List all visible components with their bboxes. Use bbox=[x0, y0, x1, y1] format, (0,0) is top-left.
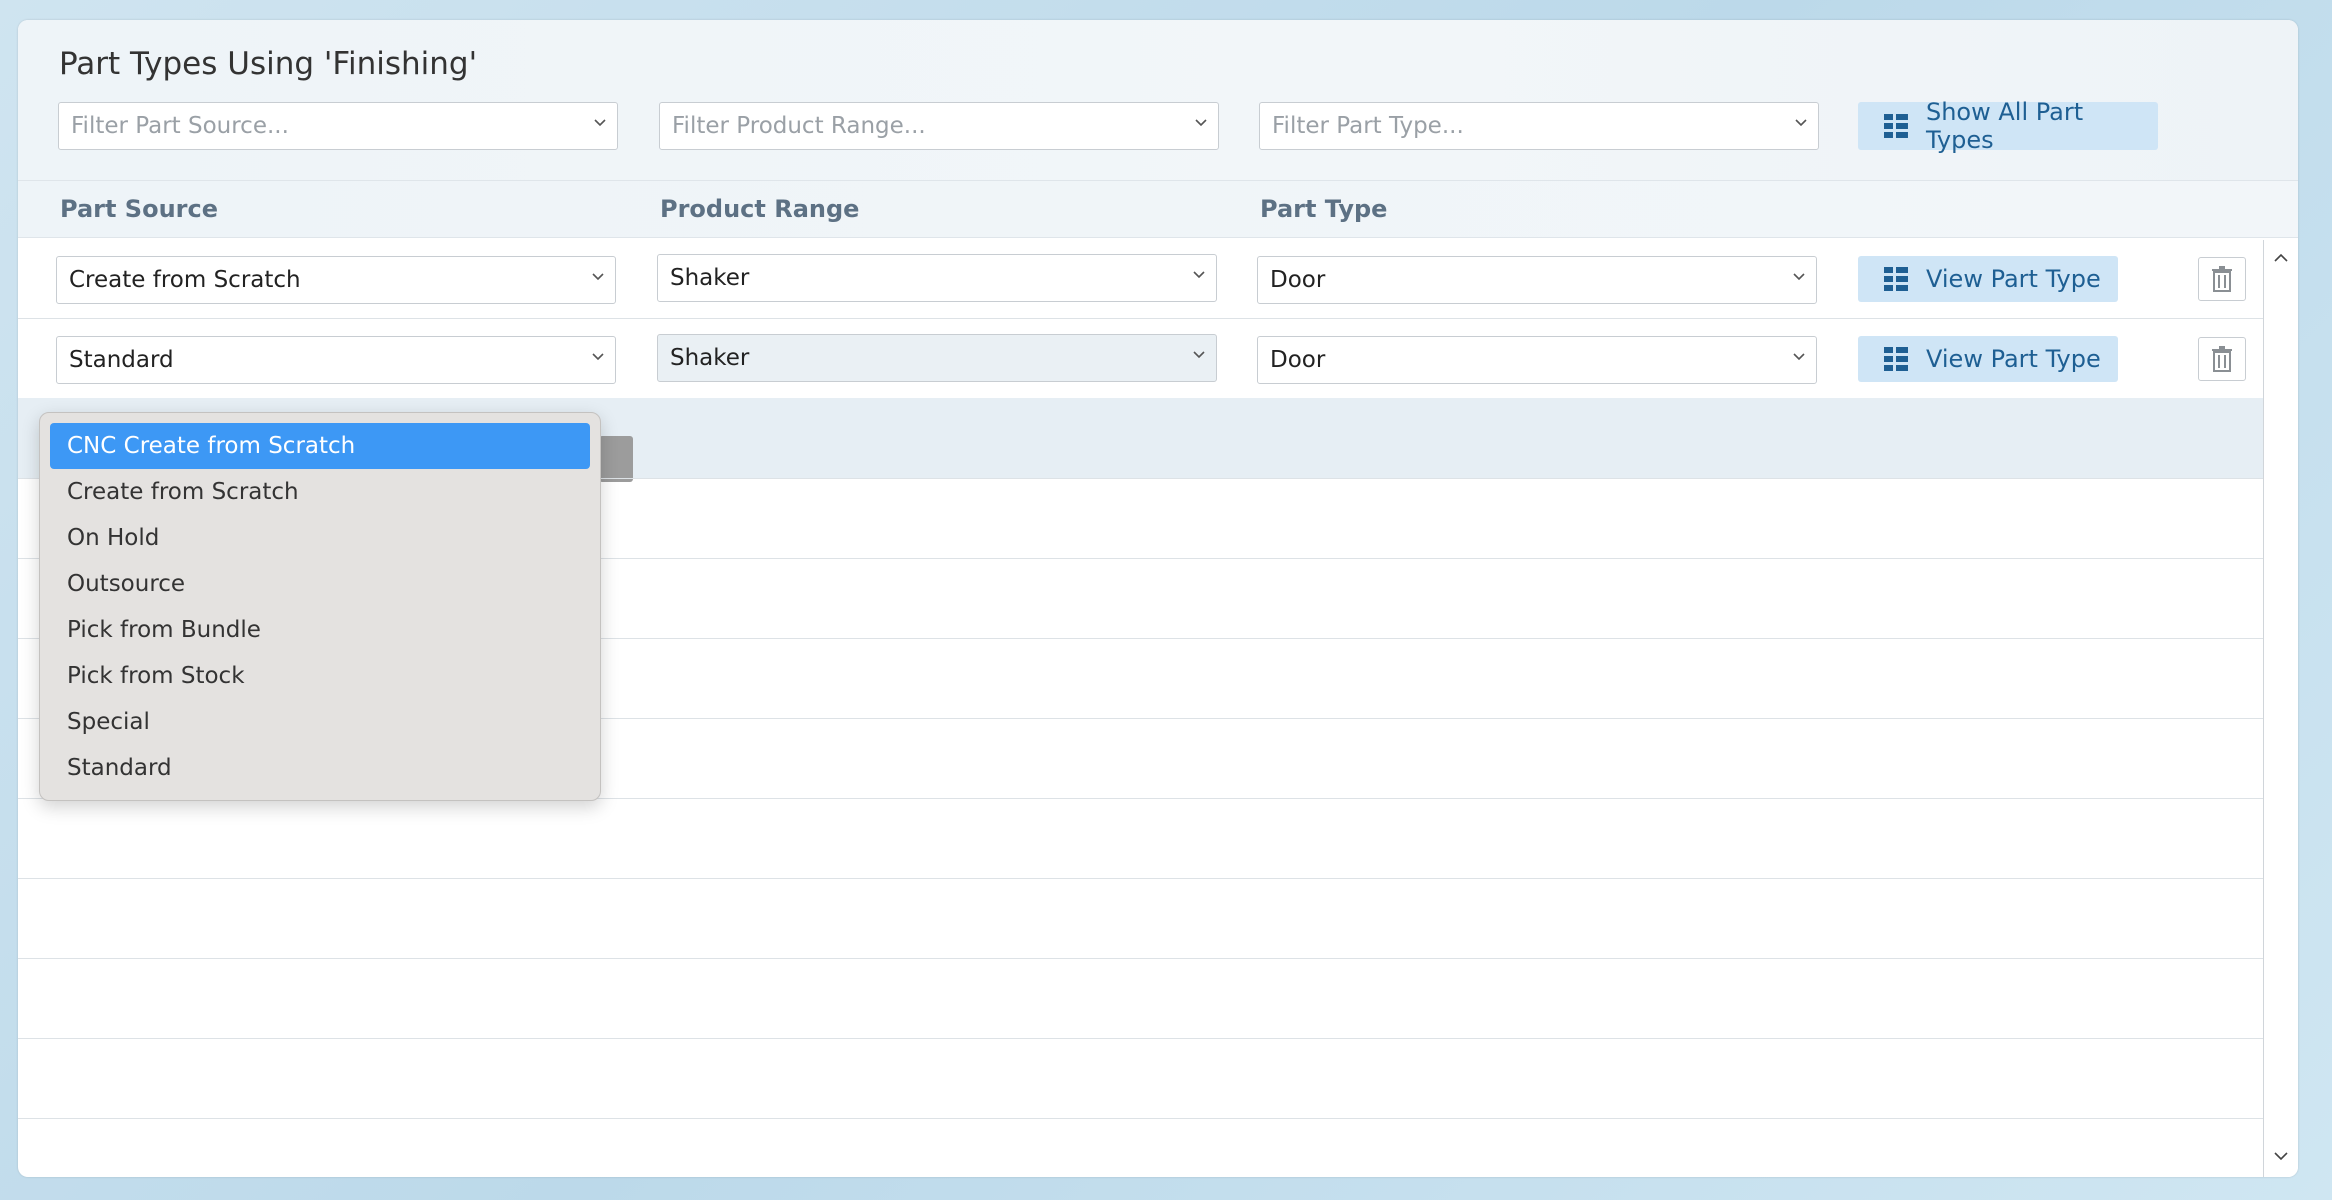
row-2-view-part-type-button[interactable]: View Part Type bbox=[1858, 336, 2118, 382]
chevron-down-icon bbox=[1193, 271, 1205, 279]
trash-icon bbox=[2212, 346, 2232, 372]
row-2-part-source-select[interactable]: Standard bbox=[56, 336, 616, 384]
filter-product-range[interactable]: Filter Product Range... bbox=[659, 102, 1219, 150]
row-1-part-type-value: Door bbox=[1270, 267, 1326, 293]
row-divider bbox=[18, 958, 2263, 959]
chevron-down-icon bbox=[1793, 273, 1805, 281]
row-1-view-part-type-button[interactable]: View Part Type bbox=[1858, 256, 2118, 302]
row-2-product-range-value: Shaker bbox=[670, 345, 750, 371]
vertical-scrollbar[interactable] bbox=[2263, 240, 2298, 1177]
row-1-part-source-select[interactable]: Create from Scratch bbox=[56, 256, 616, 304]
row-divider bbox=[18, 1118, 2263, 1119]
column-header-product-range: Product Range bbox=[660, 195, 860, 223]
row-2-part-type-value: Door bbox=[1270, 347, 1326, 373]
row-1-part-type-select[interactable]: Door bbox=[1257, 256, 1817, 304]
chevron-down-icon[interactable] bbox=[2273, 1148, 2289, 1164]
row-1-product-range-select[interactable]: Shaker bbox=[657, 254, 1217, 302]
row-divider bbox=[18, 878, 2263, 879]
row-2-part-type-select[interactable]: Door bbox=[1257, 336, 1817, 384]
dropdown-option[interactable]: On Hold bbox=[50, 515, 590, 561]
column-header-part-type: Part Type bbox=[1260, 195, 1388, 223]
dropdown-option[interactable]: Outsource bbox=[50, 561, 590, 607]
page-title: Part Types Using 'Finishing' bbox=[59, 46, 478, 82]
new-row-part-source-select[interactable] bbox=[599, 436, 633, 482]
chevron-down-icon bbox=[1793, 353, 1805, 361]
chevron-up-icon[interactable] bbox=[2273, 250, 2289, 266]
dropdown-option[interactable]: CNC Create from Scratch bbox=[50, 423, 590, 469]
row-2-delete-button[interactable] bbox=[2198, 337, 2246, 381]
filter-part-source[interactable]: Filter Part Source... bbox=[58, 102, 618, 150]
column-header-part-source: Part Source bbox=[60, 195, 219, 223]
filter-part-type[interactable]: Filter Part Type... bbox=[1259, 102, 1819, 150]
chevron-down-icon bbox=[592, 353, 604, 361]
grid-icon bbox=[1884, 267, 1908, 291]
chevron-down-icon bbox=[1195, 119, 1207, 127]
chevron-down-icon bbox=[594, 119, 606, 127]
row-divider bbox=[18, 318, 2263, 319]
row-1-product-range-value: Shaker bbox=[670, 265, 750, 291]
chevron-down-icon bbox=[592, 273, 604, 281]
part-source-dropdown-list: CNC Create from Scratch Create from Scra… bbox=[39, 412, 601, 801]
row-divider bbox=[18, 1038, 2263, 1039]
row-1-view-part-type-label: View Part Type bbox=[1926, 265, 2101, 293]
dropdown-option[interactable]: Pick from Stock bbox=[50, 653, 590, 699]
show-all-part-types-label: Show All Part Types bbox=[1925, 98, 2084, 154]
chevron-down-icon bbox=[1795, 119, 1807, 127]
trash-icon bbox=[2212, 266, 2232, 292]
filter-product-range-placeholder: Filter Product Range... bbox=[672, 113, 926, 139]
row-2-view-part-type-label: View Part Type bbox=[1926, 345, 2101, 373]
show-all-part-types-button[interactable]: Show All Part Types bbox=[1858, 98, 2158, 154]
grid-icon bbox=[1884, 114, 1908, 138]
grid-icon bbox=[1884, 347, 1908, 371]
filter-part-type-placeholder: Filter Part Type... bbox=[1272, 113, 1464, 139]
dropdown-option[interactable]: Standard bbox=[50, 745, 590, 791]
dropdown-option[interactable]: Create from Scratch bbox=[50, 469, 590, 515]
filter-part-source-placeholder: Filter Part Source... bbox=[71, 113, 289, 139]
header-area: Part Types Using 'Finishing' Filter Part… bbox=[18, 20, 2298, 180]
row-2-part-source-value: Standard bbox=[69, 347, 174, 373]
row-1-part-source-value: Create from Scratch bbox=[69, 267, 301, 293]
row-2-product-range-select[interactable]: Shaker bbox=[657, 334, 1217, 382]
row-1-delete-button[interactable] bbox=[2198, 257, 2246, 301]
dropdown-option[interactable]: Pick from Bundle bbox=[50, 607, 590, 653]
column-header-row: Part Source Product Range Part Type bbox=[18, 180, 2298, 238]
dropdown-option[interactable]: Special bbox=[50, 699, 590, 745]
chevron-down-icon bbox=[1193, 351, 1205, 359]
